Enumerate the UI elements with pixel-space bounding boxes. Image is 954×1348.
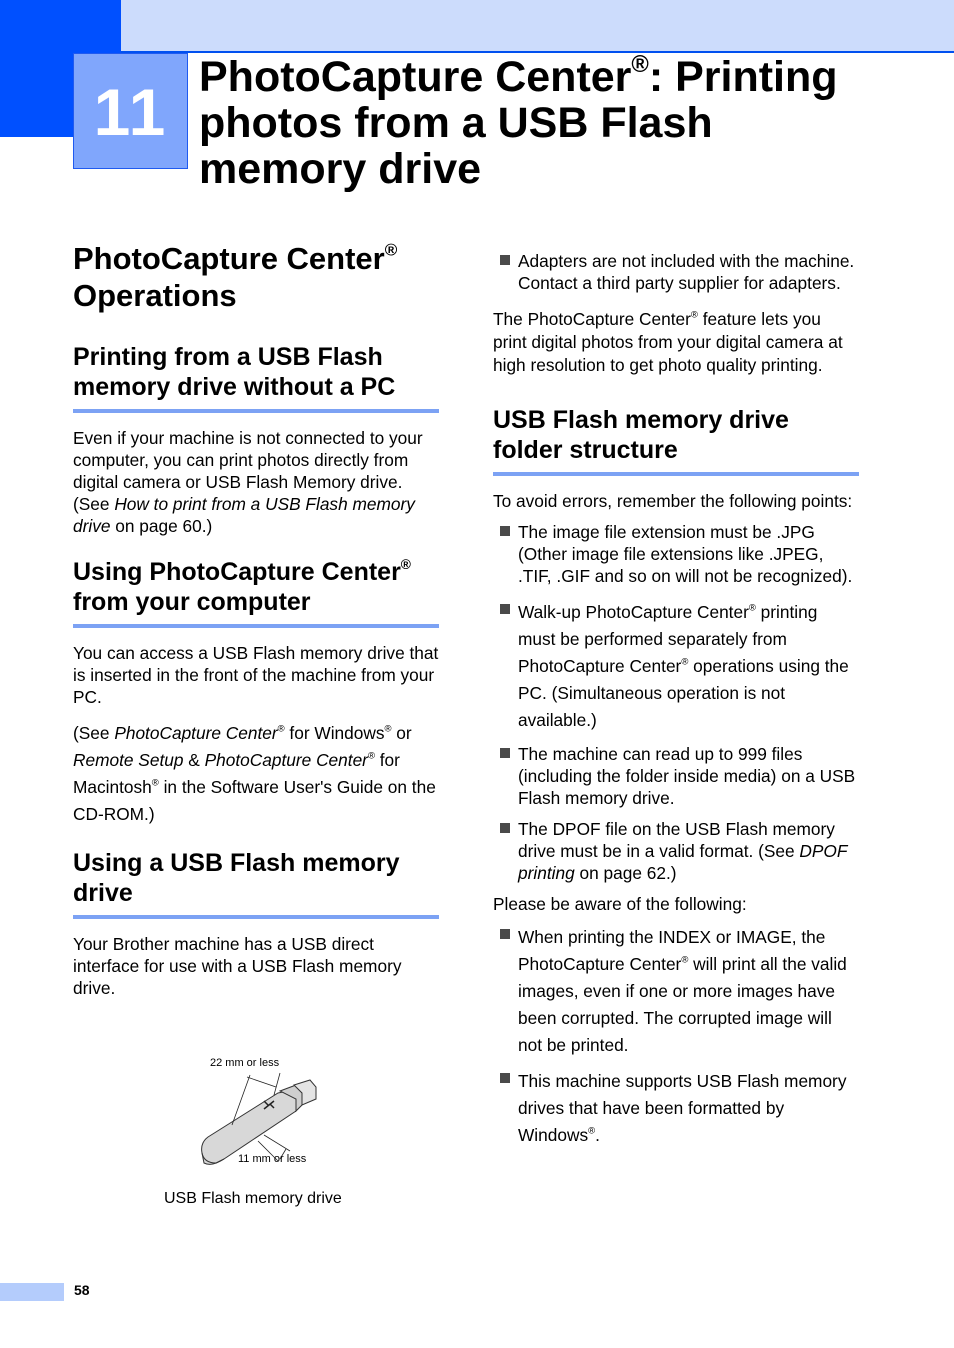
bullet-adapters: Adapters are not included with the machi… xyxy=(493,250,859,294)
section-title: PhotoCapture Center® Operations xyxy=(73,240,398,313)
heading-folder-structure: USB Flash memory drive folder structure xyxy=(493,405,859,476)
para-please-be-aware: Please be aware of the following: xyxy=(493,894,747,914)
para-access-from-pc: You can access a USB Flash memory drive … xyxy=(73,643,439,707)
heading-using-usb-drive: Using a USB Flash memory drive xyxy=(73,848,439,919)
bullet-square-icon xyxy=(500,526,510,536)
bullet-square-icon xyxy=(500,1073,510,1083)
bullet-square-icon xyxy=(500,929,510,939)
right-column: Adapters are not included with the machi… xyxy=(493,250,859,1149)
page-number-tab xyxy=(0,1283,64,1301)
bullet-dpof: The DPOF file on the USB Flash memory dr… xyxy=(493,818,859,884)
para-printing-without-pc: Even if your machine is not connected to… xyxy=(73,428,423,536)
page-number: 58 xyxy=(74,1282,90,1298)
bullet-windows-format: This machine supports USB Flash memory d… xyxy=(493,1068,859,1149)
para-software-guide-reference: (See PhotoCapture Center® for Windows® o… xyxy=(73,723,436,824)
chapter-number: 11 xyxy=(93,75,168,149)
bullet-square-icon xyxy=(500,604,510,614)
para-usb-interface: Your Brother machine has a USB direct in… xyxy=(73,934,402,998)
bullet-square-icon xyxy=(500,823,510,833)
dimension-label-thickness: 11 mm or less xyxy=(238,1153,307,1165)
heading-printing-without-pc: Printing from a USB Flash memory drive w… xyxy=(73,342,439,413)
chapter-title: PhotoCapture Center®: Printing photos fr… xyxy=(199,52,838,193)
header-band xyxy=(0,0,954,52)
left-column: PhotoCapture Center® Operations Printing… xyxy=(73,240,439,999)
bullet-jpg-extension: The image file extension must be .JPG (O… xyxy=(493,521,859,587)
bullet-square-icon xyxy=(500,255,510,265)
heading-using-photocapture: Using PhotoCapture Center® from your com… xyxy=(73,557,439,628)
bullet-index-image: When printing the INDEX or IMAGE, the Ph… xyxy=(493,924,859,1059)
chapter-number-box: 11 xyxy=(73,53,188,169)
para-avoid-errors: To avoid errors, remember the following … xyxy=(493,491,853,511)
dimension-label-width: 22 mm or less xyxy=(210,1057,280,1069)
bullet-walkup-printing: Walk-up PhotoCapture Center® printing mu… xyxy=(493,599,859,734)
usb-drive-icon xyxy=(201,1072,317,1165)
bullet-square-icon xyxy=(500,748,510,758)
para-feature: The PhotoCapture Center® feature lets yo… xyxy=(493,309,843,375)
figure-caption: USB Flash memory drive xyxy=(164,1190,342,1207)
bullet-999-files: The machine can read up to 999 files (in… xyxy=(493,743,859,809)
